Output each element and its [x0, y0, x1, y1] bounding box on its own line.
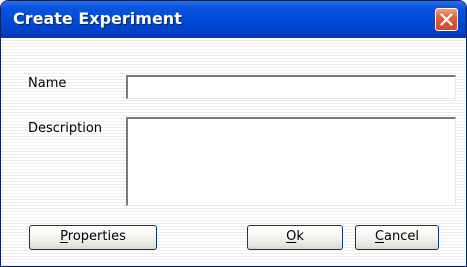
name-label: Name: [28, 76, 67, 91]
properties-mnemonic: P: [60, 229, 68, 244]
close-button[interactable]: [435, 8, 458, 31]
cancel-mnemonic: C: [374, 229, 385, 244]
description-textarea[interactable]: [126, 117, 456, 206]
cancel-button[interactable]: Cancel: [355, 225, 439, 250]
close-icon: [440, 13, 453, 26]
ok-mnemonic: O: [286, 229, 297, 244]
description-label: Description: [28, 121, 103, 136]
dialog-body: Name Description Properties Ok Cancel: [1, 38, 466, 266]
title-bar[interactable]: Create Experiment: [1, 1, 466, 38]
cancel-label-rest: ancel: [384, 229, 420, 244]
name-input[interactable]: [126, 75, 456, 99]
properties-button[interactable]: Properties: [29, 225, 157, 250]
ok-button[interactable]: Ok: [247, 225, 343, 250]
ok-label-rest: k: [296, 229, 304, 244]
properties-label-rest: roperties: [67, 229, 126, 244]
dialog-title: Create Experiment: [13, 9, 182, 28]
create-experiment-dialog: Create Experiment Name Description Prope…: [0, 0, 467, 267]
